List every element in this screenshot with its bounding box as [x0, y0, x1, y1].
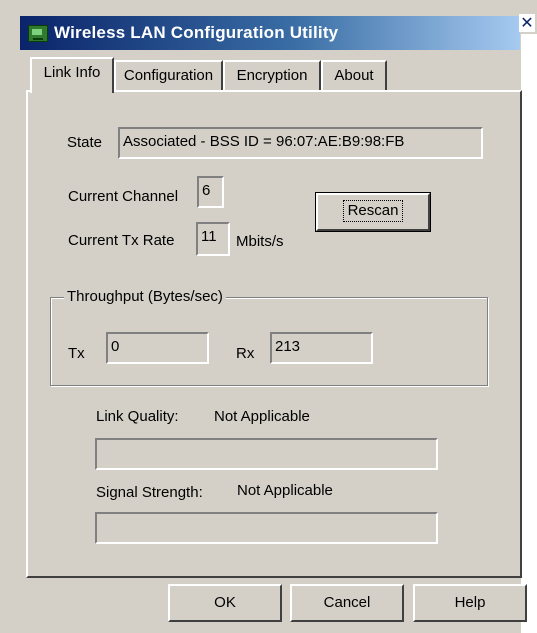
signal-strength-value: Not Applicable: [237, 482, 333, 499]
state-field: Associated - BSS ID = 96:07:AE:B9:98:FB: [118, 127, 483, 159]
help-button[interactable]: Help: [413, 584, 527, 622]
current-channel-label: Current Channel: [68, 188, 179, 205]
rx-label: Rx: [236, 345, 255, 362]
tx-bytes-field: 0: [106, 332, 209, 364]
rx-bytes-field: 213: [270, 332, 373, 364]
rescan-button[interactable]: Rescan: [316, 193, 430, 231]
tab-encryption[interactable]: Encryption: [223, 60, 321, 90]
link-quality-value: Not Applicable: [214, 408, 310, 425]
signal-strength-bar: [95, 512, 438, 544]
tab-link-info[interactable]: Link Info: [30, 57, 114, 93]
tx-label: Tx: [68, 345, 85, 362]
state-label: State: [67, 134, 103, 151]
current-tx-rate-field: 11: [196, 222, 230, 256]
tab-about[interactable]: About: [321, 60, 387, 90]
cancel-button[interactable]: Cancel: [290, 584, 404, 622]
close-icon[interactable]: ✕: [519, 14, 535, 32]
wlan-utility-window: Wireless LAN Configuration Utility ✕ Lin…: [0, 0, 537, 633]
throughput-group-title: Throughput (Bytes/sec): [64, 288, 226, 305]
current-tx-rate-label: Current Tx Rate: [68, 232, 175, 249]
window-title: Wireless LAN Configuration Utility: [54, 23, 339, 42]
ok-button[interactable]: OK: [168, 584, 282, 622]
signal-strength-label: Signal Strength:: [96, 484, 203, 501]
link-quality-label: Link Quality:: [96, 408, 179, 425]
link-quality-bar: [95, 438, 438, 470]
rescan-label: Rescan: [342, 200, 404, 222]
outside-area: [521, 34, 537, 633]
title-bar[interactable]: Wireless LAN Configuration Utility: [20, 16, 520, 50]
tab-configuration[interactable]: Configuration: [114, 60, 223, 90]
current-channel-field: 6: [197, 176, 224, 208]
network-card-icon: [28, 25, 48, 42]
tx-rate-unit: Mbits/s: [236, 233, 284, 250]
